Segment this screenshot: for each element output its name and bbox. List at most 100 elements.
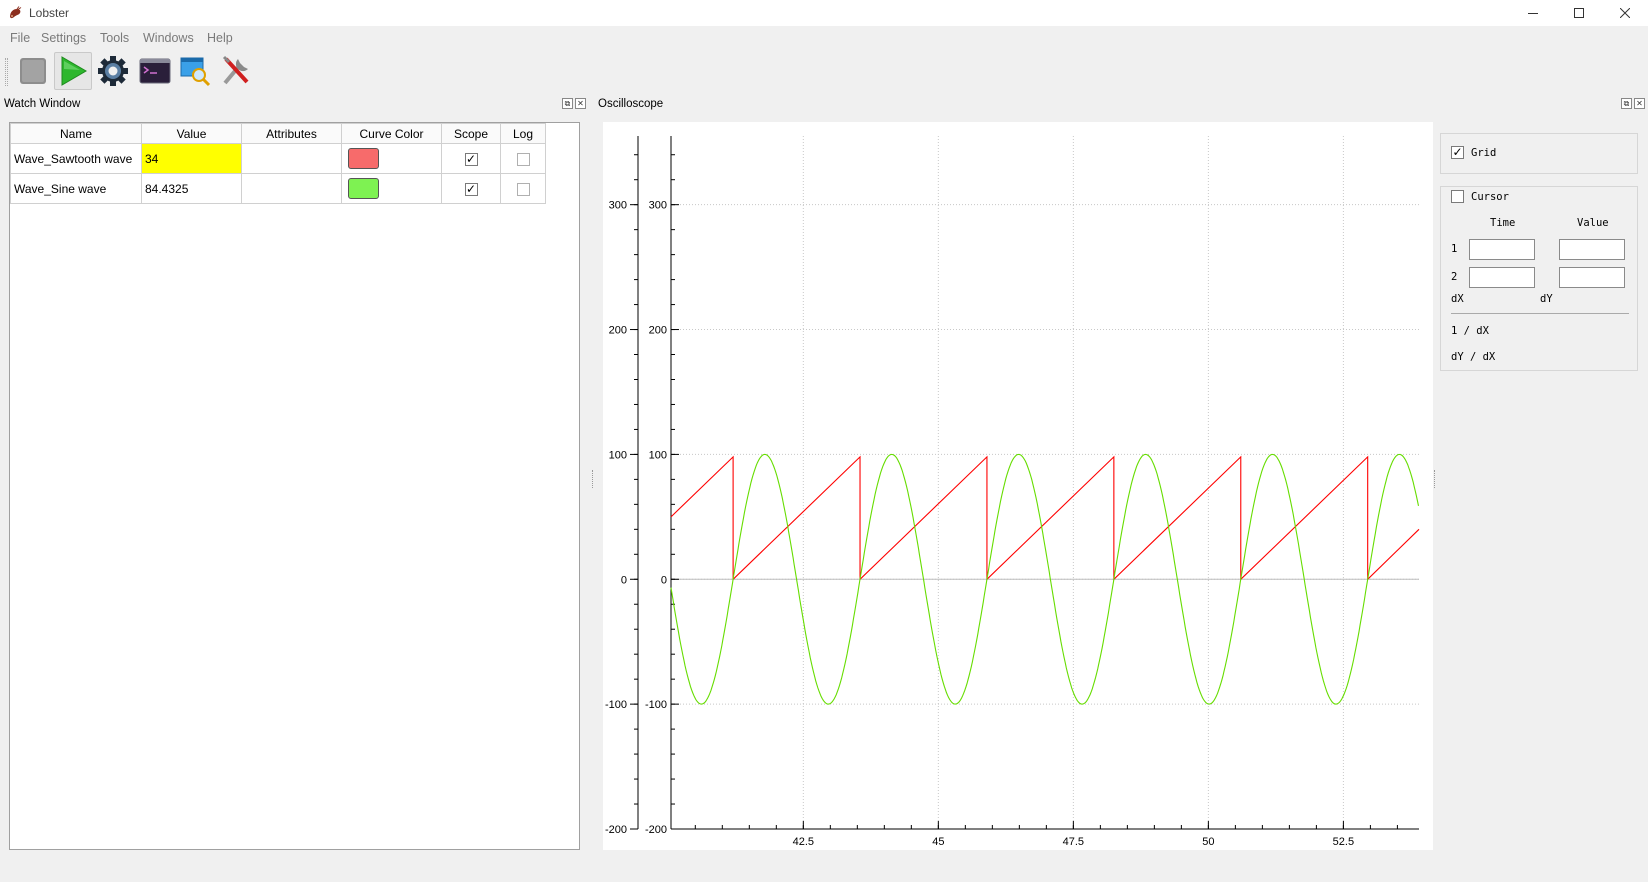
stop-button[interactable] [14, 52, 52, 90]
y-tick-label-left: 0 [621, 574, 627, 586]
cell-curve-color[interactable] [341, 143, 442, 174]
cursor-2-label: 2 [1451, 271, 1458, 283]
cell-name[interactable]: Wave_Sawtooth wave [10, 143, 142, 174]
column-header-log[interactable]: Log [500, 123, 546, 144]
y-tick-label-left: 200 [609, 325, 627, 337]
x-tick-label: 42.5 [793, 836, 814, 848]
menu-file[interactable]: File [10, 31, 30, 45]
cell-log [500, 143, 546, 174]
stop-icon [20, 58, 46, 84]
dock-splitter[interactable] [592, 470, 595, 488]
y-tick-label: 300 [649, 200, 667, 212]
cell-attributes[interactable] [241, 143, 342, 174]
scope-checkbox[interactable]: ✓ [464, 152, 478, 166]
cursor-label: Cursor [1471, 191, 1509, 203]
y-tick-label-left: -100 [605, 699, 627, 711]
maximize-icon [1574, 8, 1584, 18]
curve-color-swatch[interactable] [348, 148, 379, 169]
x-tick-label: 52.5 [1333, 836, 1354, 848]
terminal-icon [139, 58, 171, 84]
cell-scope: ✓ [441, 143, 501, 174]
column-header-scope[interactable]: Scope [441, 123, 501, 144]
cell-log [500, 173, 546, 204]
scope-checkbox[interactable]: ✓ [464, 182, 478, 196]
grid-group: ✓ Grid [1440, 133, 1638, 174]
grid-checkbox[interactable]: ✓ [1451, 146, 1464, 159]
menu-tools[interactable]: Tools [100, 31, 129, 45]
cell-scope: ✓ [441, 173, 501, 204]
close-button[interactable] [1602, 0, 1648, 26]
menu-bar: File Settings Tools Windows Help [0, 27, 1648, 49]
y-tick-label: -100 [645, 699, 667, 711]
grid-label: Grid [1471, 147, 1497, 159]
cursor-1-label: 1 [1451, 243, 1458, 255]
window-title: Lobster [29, 6, 70, 20]
menu-windows[interactable]: Windows [143, 31, 194, 45]
cursor-checkbox[interactable] [1451, 190, 1464, 203]
x-tick-label: 45 [932, 836, 944, 848]
dock-splitter[interactable] [1434, 470, 1437, 488]
dx-label: dX [1451, 293, 1464, 305]
curve-color-swatch[interactable] [348, 178, 379, 199]
y-tick-label: -200 [645, 824, 667, 836]
y-tick-label: 0 [661, 574, 667, 586]
close-icon [1620, 8, 1630, 18]
y-tick-label: 100 [649, 449, 667, 461]
log-checkbox[interactable] [516, 152, 530, 166]
y-tick-label: 200 [649, 325, 667, 337]
cell-attributes[interactable] [241, 173, 342, 204]
lobster-app-icon [10, 6, 22, 19]
table-row[interactable]: Wave_Sawtooth wave 34 ✓ [10, 143, 546, 174]
close-icon[interactable]: ✕ [1634, 98, 1645, 109]
cell-value[interactable]: 34 [141, 143, 242, 174]
float-icon[interactable]: ⧉ [1621, 98, 1632, 109]
oscilloscope-plot-area[interactable]: -200 -200 -100 -100 0 0 100 100 200 200 300 300 42.5… [603, 122, 1433, 850]
oscilloscope-chart[interactable]: -200 -200 -100 -100 0 0 100 100 200 200 300 300 42.5… [603, 122, 1433, 850]
watch-window: Name Value Attributes Curve Color Scope … [9, 122, 580, 850]
watch-table: Name Value Attributes Curve Color Scope … [10, 123, 546, 204]
maximize-button[interactable] [1556, 0, 1602, 26]
cursor-2-value-input[interactable] [1559, 267, 1625, 288]
cursor-1-value-input[interactable] [1559, 239, 1625, 260]
toolbar [0, 50, 1648, 94]
menu-help[interactable]: Help [207, 31, 233, 45]
oscilloscope-dock-buttons: ⧉ ✕ [1621, 98, 1645, 109]
time-header: Time [1490, 217, 1516, 229]
float-icon[interactable]: ⧉ [562, 98, 573, 109]
tools-icon [222, 55, 249, 85]
column-header-value[interactable]: Value [141, 123, 242, 144]
terminal-button[interactable] [136, 52, 174, 90]
watch-table-header: Name Value Attributes Curve Color Scope … [10, 123, 546, 144]
title-bar: Lobster [0, 0, 1648, 26]
column-header-name[interactable]: Name [10, 123, 142, 144]
log-checkbox[interactable] [516, 182, 530, 196]
column-header-curve-color[interactable]: Curve Color [341, 123, 442, 144]
menu-settings[interactable]: Settings [41, 31, 86, 45]
minimize-button[interactable] [1510, 0, 1556, 26]
oscilloscope-title: Oscilloscope [598, 98, 664, 110]
tools-button[interactable] [217, 52, 255, 90]
gear-icon [98, 56, 128, 86]
watch-window-title: Watch Window [4, 98, 81, 110]
minimize-icon [1528, 13, 1538, 14]
settings-button[interactable] [94, 52, 132, 90]
run-icon [61, 56, 87, 86]
cell-value[interactable]: 84.4325 [141, 173, 242, 204]
toolbar-grip[interactable] [5, 58, 8, 86]
cursor-2-time-input[interactable] [1469, 267, 1535, 288]
close-icon[interactable]: ✕ [575, 98, 586, 109]
run-button[interactable] [54, 52, 92, 90]
inspect-window-icon [180, 57, 211, 87]
cell-name[interactable]: Wave_Sine wave [10, 173, 142, 204]
cursor-group: Cursor Time Value 1 2 dX dY 1 / dX dY / … [1440, 186, 1638, 371]
cell-curve-color[interactable] [341, 173, 442, 204]
column-header-attributes[interactable]: Attributes [241, 123, 342, 144]
value-header: Value [1577, 217, 1609, 229]
table-row[interactable]: Wave_Sine wave 84.4325 ✓ [10, 173, 546, 204]
y-tick-label-left: 100 [609, 449, 627, 461]
divider [1451, 313, 1629, 314]
cursor-1-time-input[interactable] [1469, 239, 1535, 260]
inverse-dx-label: 1 / dX [1451, 325, 1489, 337]
dy-label: dY [1540, 293, 1553, 305]
inspect-window-button[interactable] [176, 52, 214, 90]
